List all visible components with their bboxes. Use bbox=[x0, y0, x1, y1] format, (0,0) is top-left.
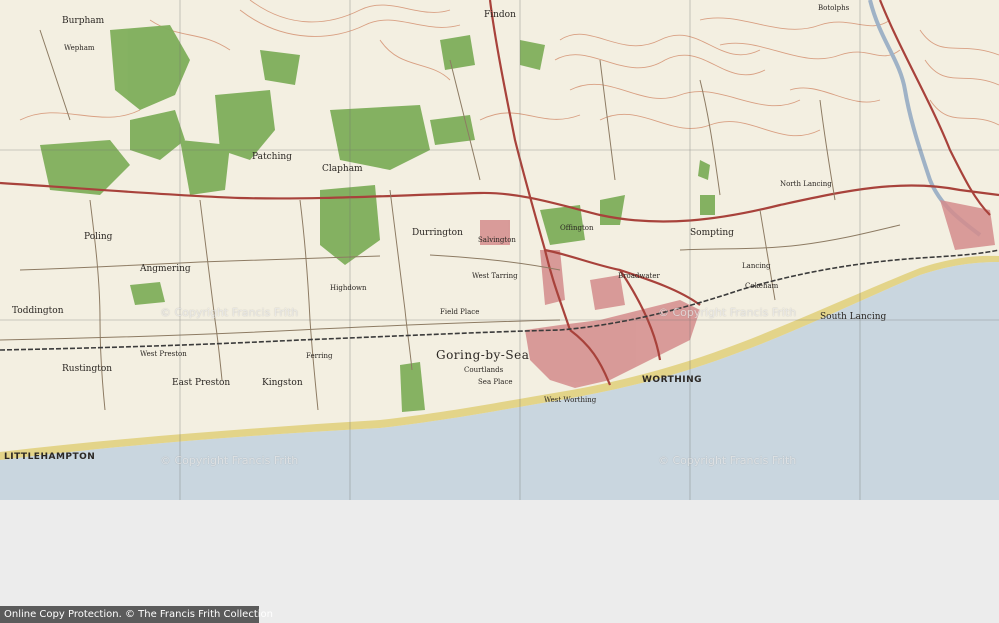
place-label-north-lancing: North Lancing bbox=[780, 180, 832, 188]
place-label-west-preston: West Preston bbox=[140, 350, 187, 358]
place-label-findon: Findon bbox=[484, 10, 516, 20]
place-label-burpham: Burpham bbox=[62, 16, 105, 26]
place-label-worthing: WORTHING bbox=[642, 375, 703, 385]
online-copy-protection-link[interactable]: Online Copy Protection. bbox=[4, 609, 122, 620]
copyright-watermark: © Copyright Francis Frith bbox=[160, 306, 299, 319]
place-label-broadwater: Broadwater bbox=[618, 272, 660, 280]
map-viewer: Burpham Wepham Angmering Patching Clapha… bbox=[0, 0, 999, 623]
copyright-watermark: © Copyright Francis Frith bbox=[658, 306, 797, 319]
place-label-cokeham: Cokeham bbox=[745, 282, 779, 290]
place-label-west-tarring: West Tarring bbox=[472, 272, 518, 280]
place-label-sompting: Sompting bbox=[690, 228, 734, 238]
place-label-lancing: Lancing bbox=[742, 262, 771, 270]
copyright-watermark: © Copyright Francis Frith bbox=[658, 454, 797, 467]
place-label-offington: Offington bbox=[560, 224, 594, 232]
place-label-highdown: Highdown bbox=[330, 284, 367, 292]
place-label-goring-by-sea: Goring-by-Sea bbox=[436, 348, 530, 362]
map-graphics bbox=[0, 0, 999, 500]
place-label-west-worthing: West Worthing bbox=[544, 396, 597, 404]
place-label-east-preston: East Preston bbox=[172, 378, 231, 388]
place-label-patching: Patching bbox=[252, 152, 292, 162]
place-label-salvington: Salvington bbox=[478, 236, 516, 244]
place-label-toddington: Toddington bbox=[12, 306, 64, 316]
copy-protection-footer: Online Copy Protection. © The Francis Fr… bbox=[0, 606, 273, 623]
place-label-botolphs: Botolphs bbox=[818, 4, 850, 12]
place-label-angmering: Angmering bbox=[140, 264, 191, 274]
place-label-courtlands: Courtlands bbox=[464, 366, 504, 374]
place-label-kingston: Kingston bbox=[262, 378, 303, 388]
frith-copyright: © The Francis Frith Collection bbox=[124, 609, 273, 620]
place-label-littlehampton: LITTLEHAMPTON bbox=[4, 452, 96, 462]
place-label-ferring: Ferring bbox=[306, 352, 333, 360]
place-label-wepham: Wepham bbox=[64, 44, 95, 52]
place-label-field-place: Field Place bbox=[440, 308, 480, 316]
place-label-clapham: Clapham bbox=[322, 164, 363, 174]
place-label-sea-place: Sea Place bbox=[478, 378, 513, 386]
place-label-poling: Poling bbox=[84, 232, 113, 242]
place-label-durrington: Durrington bbox=[412, 228, 463, 238]
place-label-south-lancing: South Lancing bbox=[820, 312, 887, 322]
place-label-rustington: Rustington bbox=[62, 364, 113, 374]
historic-map[interactable]: Burpham Wepham Angmering Patching Clapha… bbox=[0, 0, 999, 500]
copyright-watermark: © Copyright Francis Frith bbox=[160, 454, 299, 467]
